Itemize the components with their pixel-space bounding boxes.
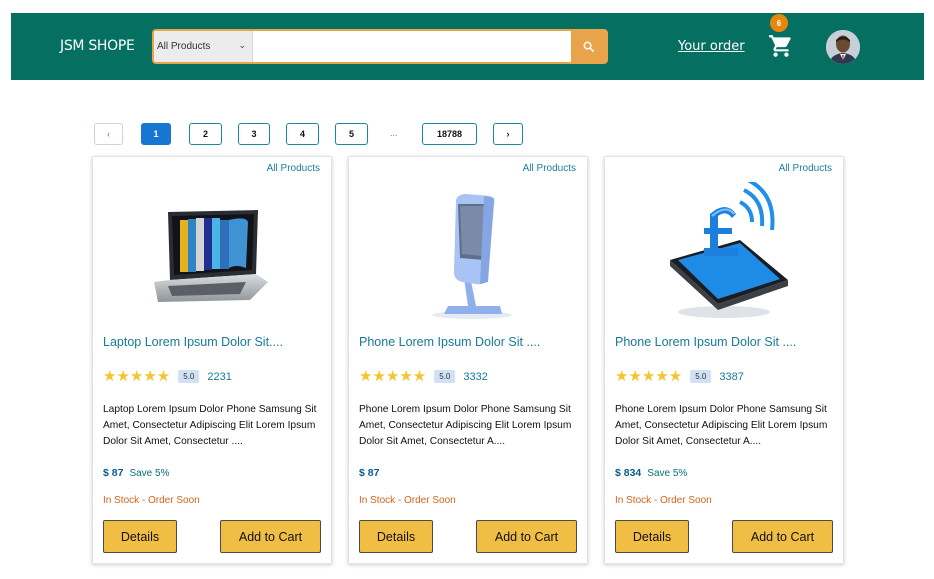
user-avatar[interactable] — [826, 30, 860, 64]
review-count: 2231 — [207, 370, 232, 383]
cart-count-badge: 6 — [770, 14, 788, 32]
details-button[interactable]: Details — [103, 520, 177, 553]
save-label: Save 5% — [647, 468, 688, 479]
product-category[interactable]: All Products — [267, 163, 320, 174]
page-4-button[interactable]: 4 — [286, 123, 319, 145]
category-select-value: All Products — [157, 41, 211, 52]
brand-logo[interactable]: JSM SHOPE — [60, 38, 135, 54]
category-select[interactable]: All Products ⌄ — [154, 31, 253, 62]
last-page-button[interactable]: 18788 — [422, 123, 477, 145]
prev-page-button[interactable]: ‹ — [94, 123, 123, 145]
product-category[interactable]: All Products — [523, 163, 576, 174]
product-price: $ 834 — [615, 467, 642, 479]
top-header: JSM SHOPE All Products ⌄ Your order 6 — [11, 13, 924, 80]
search-button[interactable] — [571, 31, 606, 62]
phone-pound-image — [670, 182, 788, 318]
product-description: Laptop Lorem Ipsum Dolor Phone Samsung S… — [103, 404, 317, 447]
star-rating-icons: ★★★★★ — [103, 368, 171, 385]
product-description: Phone Lorem Ipsum Dolor Phone Samsung Si… — [615, 404, 828, 447]
star-rating-icons: ★★★★★ — [615, 368, 683, 385]
product-price: $ 87 — [103, 467, 124, 479]
laptop-books-image — [154, 210, 268, 302]
review-count: 3387 — [719, 370, 744, 383]
add-to-cart-button[interactable]: Add to Cart — [476, 520, 577, 553]
page-1-button[interactable]: 1 — [141, 123, 171, 145]
product-price-row: $ 87 Save 5% — [103, 467, 169, 479]
details-button[interactable]: Details — [615, 520, 689, 553]
stock-status: In Stock - Order Soon — [615, 495, 712, 506]
product-price-row: $ 834 Save 5% — [615, 467, 687, 479]
pagination-ellipsis: ... — [390, 128, 398, 138]
product-rating: ★★★★★ 5.0 3332 — [359, 369, 488, 384]
product-title[interactable]: Phone Lorem Ipsum Dolor Sit .... — [615, 335, 796, 349]
rating-badge: 5.0 — [178, 370, 200, 383]
product-rating: ★★★★★ 5.0 3387 — [615, 369, 744, 384]
product-title[interactable]: Phone Lorem Ipsum Dolor Sit .... — [359, 335, 540, 349]
user-photo-icon — [826, 30, 860, 64]
shopping-cart-icon — [769, 35, 791, 57]
review-count: 3332 — [463, 370, 488, 383]
search-bar: All Products ⌄ — [152, 29, 608, 64]
kiosk-stand-image — [432, 194, 512, 319]
product-price-row: $ 87 — [359, 467, 385, 479]
product-category[interactable]: All Products — [779, 163, 832, 174]
stock-status: In Stock - Order Soon — [359, 495, 456, 506]
search-input[interactable] — [253, 31, 571, 62]
product-rating: ★★★★★ 5.0 2231 — [103, 369, 232, 384]
next-page-button[interactable]: › — [493, 123, 523, 145]
product-price: $ 87 — [359, 467, 380, 479]
product-card[interactable]: All Products Phone Lorem Ipsum Dolor Sit… — [604, 156, 844, 564]
cart-button[interactable] — [768, 33, 794, 59]
page-2-button[interactable]: 2 — [189, 123, 222, 145]
save-label: Save 5% — [129, 468, 170, 479]
details-button[interactable]: Details — [359, 520, 433, 553]
stock-status: In Stock - Order Soon — [103, 495, 200, 506]
search-icon — [583, 41, 594, 52]
page-5-button[interactable]: 5 — [335, 123, 368, 145]
product-description: Phone Lorem Ipsum Dolor Phone Samsung Si… — [359, 404, 572, 447]
add-to-cart-button[interactable]: Add to Cart — [220, 520, 321, 553]
chevron-down-icon: ⌄ — [238, 40, 246, 50]
product-title[interactable]: Laptop Lorem Ipsum Dolor Sit.... — [103, 335, 283, 349]
rating-badge: 5.0 — [690, 370, 712, 383]
star-rating-icons: ★★★★★ — [359, 368, 427, 385]
your-order-link[interactable]: Your order — [678, 39, 745, 54]
product-card[interactable]: All Products Laptop Lorem Ipsum Dolor Si… — [92, 156, 332, 564]
product-card[interactable]: All Products Phone Lorem Ipsum Dolor Sit… — [348, 156, 588, 564]
page-3-button[interactable]: 3 — [238, 123, 270, 145]
add-to-cart-button[interactable]: Add to Cart — [732, 520, 833, 553]
rating-badge: 5.0 — [434, 370, 456, 383]
